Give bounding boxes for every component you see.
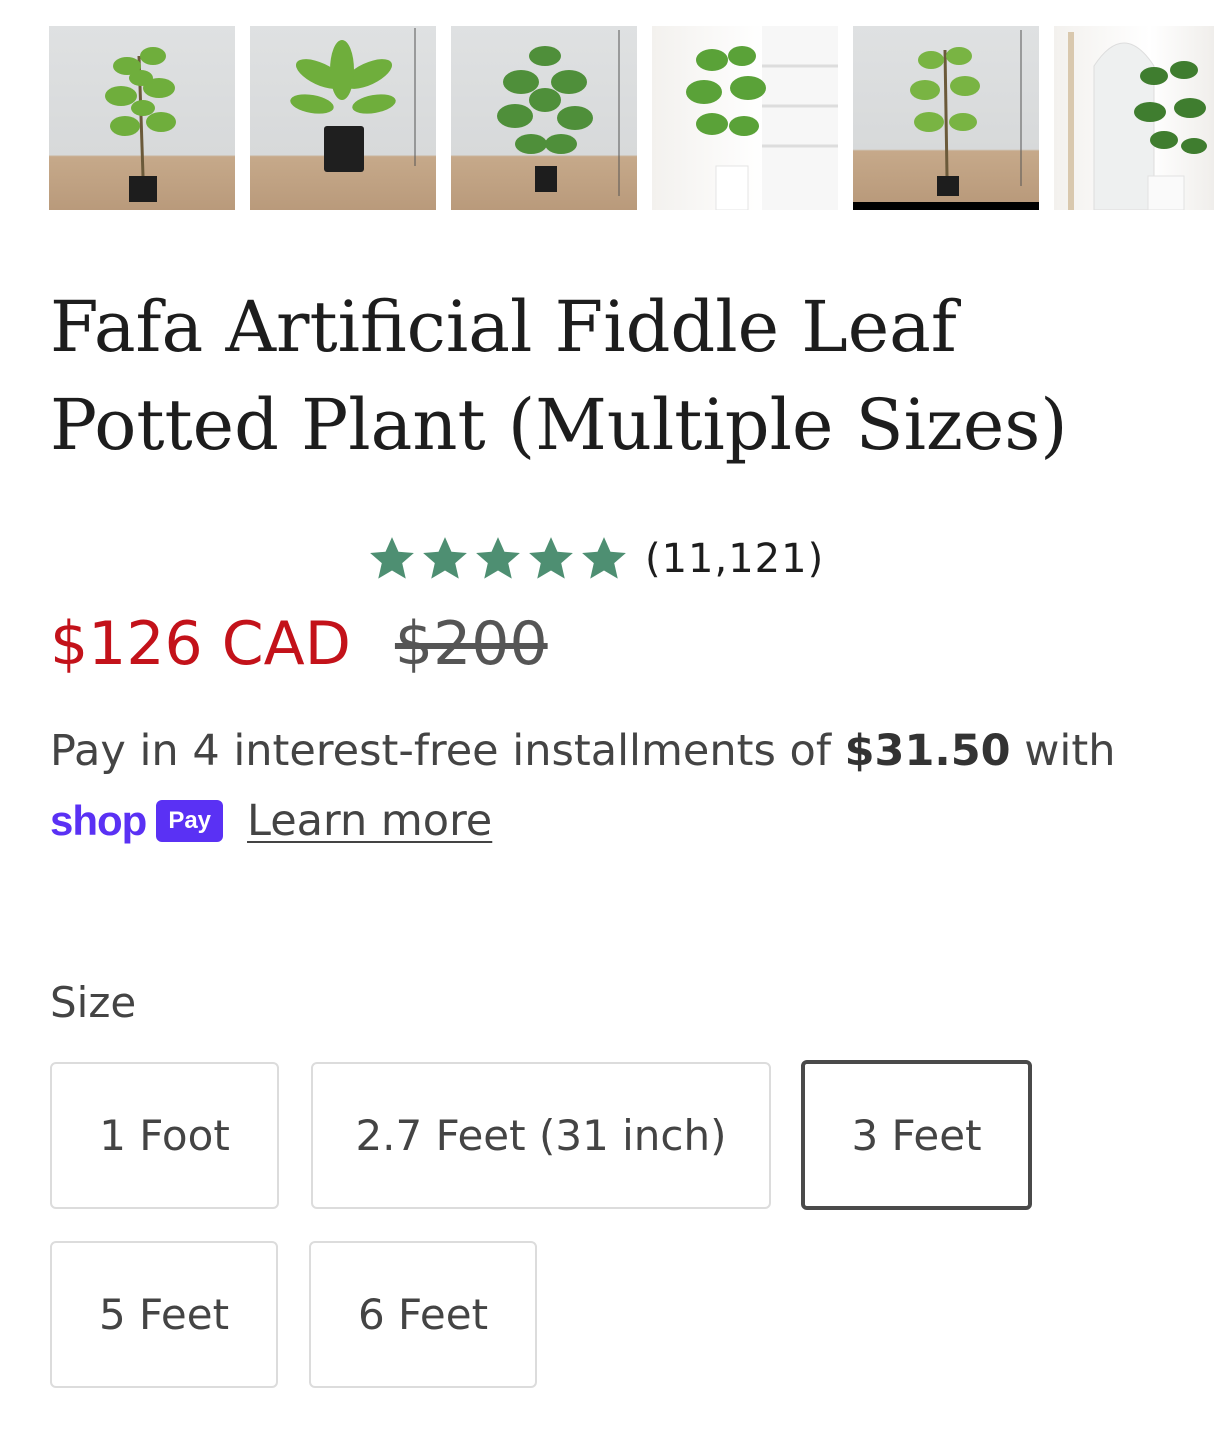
learn-more-link[interactable]: Learn more [247, 796, 492, 846]
price-block: $126 CAD $200 [50, 606, 548, 682]
size-option-1-foot[interactable]: 1 Foot [50, 1062, 279, 1209]
thumbnail-5[interactable] [853, 26, 1039, 210]
thumbnail-6[interactable] [1054, 26, 1214, 210]
plant-photo-icon [497, 30, 620, 196]
installments-suffix: with [1010, 726, 1116, 776]
installments-prefix: Pay in 4 interest-free installments of [50, 726, 845, 776]
thumbnail-2[interactable] [250, 26, 436, 210]
plant-photo-icon [910, 30, 1022, 196]
sale-price: $126 CAD [50, 609, 351, 679]
size-option-2-7-feet[interactable]: 2.7 Feet (31 inch) [311, 1062, 771, 1209]
plant-photo-icon [686, 26, 838, 210]
star-icon [529, 537, 573, 579]
original-price: $200 [394, 609, 548, 679]
star-icon [476, 537, 520, 579]
shoppay-row: shop Pay Learn more [50, 796, 492, 846]
size-option-6-feet[interactable]: 6 Feet [309, 1241, 537, 1388]
product-title: Fafa Artificial Fiddle Leaf Potted Plant… [50, 286, 1068, 466]
thumbnail-1[interactable] [49, 26, 235, 210]
star-icon [582, 537, 626, 579]
plant-photo-icon [1068, 32, 1207, 210]
product-rating[interactable]: (11,121) [366, 530, 824, 588]
plant-photo-icon [290, 28, 416, 172]
size-option-5-feet[interactable]: 5 Feet [50, 1241, 278, 1388]
image-gallery [0, 26, 1214, 210]
star-icon [423, 537, 467, 579]
shoppay-logo: shop [50, 797, 147, 844]
thumbnail-3[interactable] [451, 26, 637, 210]
installments-text: Pay in 4 interest-free installments of $… [50, 726, 1115, 776]
installments-amount: $31.50 [844, 726, 1011, 776]
plant-photo-icon [105, 47, 176, 202]
size-option-3-feet[interactable]: 3 Feet [801, 1060, 1032, 1210]
thumbnail-4[interactable] [652, 26, 838, 210]
star-icon [370, 537, 414, 579]
shoppay-badge: Pay [156, 800, 224, 842]
review-count[interactable]: (11,121) [645, 536, 824, 582]
size-label: Size [50, 978, 137, 1027]
